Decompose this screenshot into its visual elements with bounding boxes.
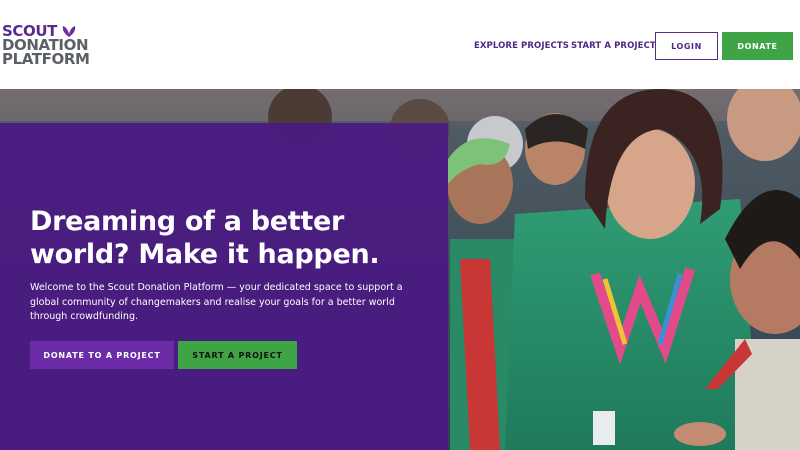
site-logo[interactable]: SCOUT DONATION PLATFORM [2,24,90,68]
nav-start-project[interactable]: START A PROJECT [571,41,656,51]
leaf-icon [62,26,76,37]
donate-to-project-button[interactable]: DONATE TO A PROJECT [30,341,174,369]
hero-headline: Dreaming of a better world? Make it happ… [30,205,440,271]
hero-section: Dreaming of a better world? Make it happ… [0,89,800,450]
hero-headline-line2: world? Make it happen. [30,239,380,270]
hero-start-project-button[interactable]: START A PROJECT [178,341,297,369]
hero-headline-line1: Dreaming of a better [30,206,344,237]
hero-overlay-panel: Dreaming of a better world? Make it happ… [0,123,448,450]
hero-intro-text: Welcome to the Scout Donation Platform —… [30,282,403,322]
nav-explore-projects[interactable]: EXPLORE PROJECTS [474,41,569,51]
logo-text-platform: PLATFORM [2,50,90,68]
site-header: SCOUT DONATION PLATFORM EXPLORE PROJECTS… [0,0,800,89]
login-button[interactable]: LOGIN [655,32,718,60]
donate-button[interactable]: DONATE [722,32,793,60]
